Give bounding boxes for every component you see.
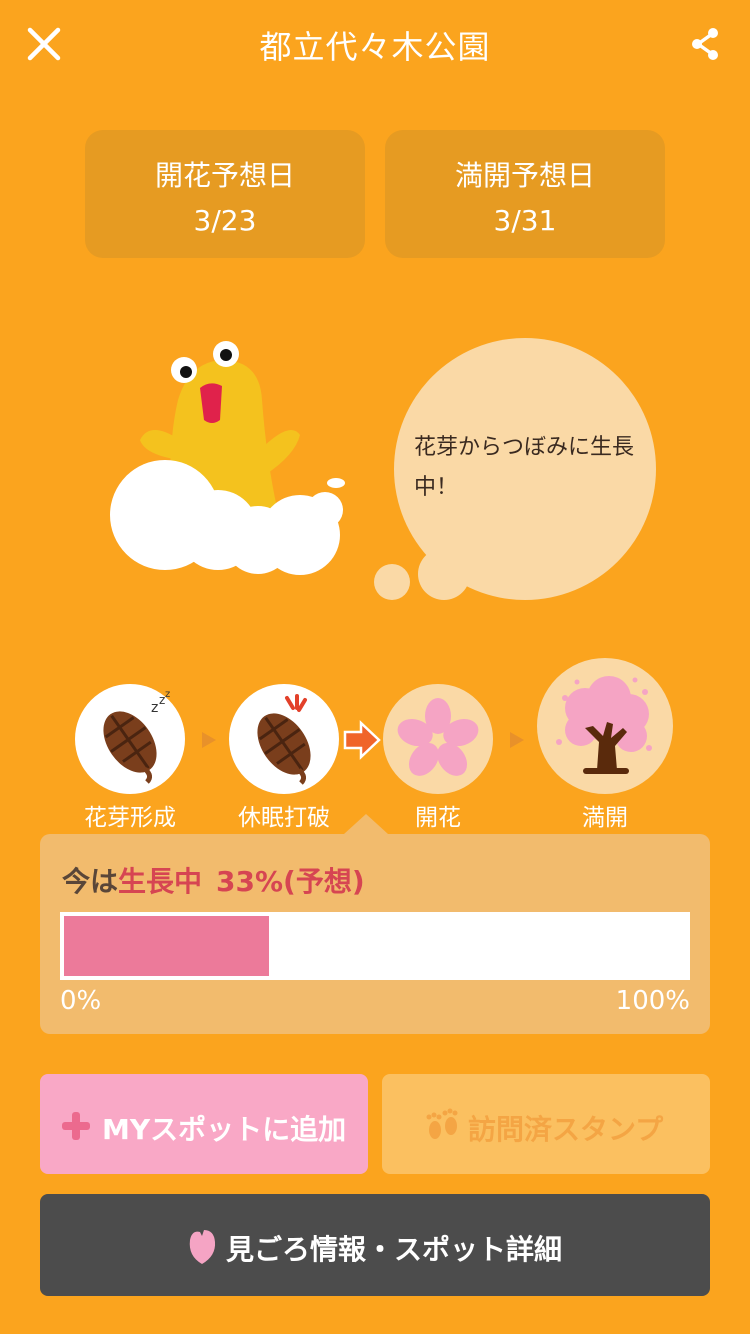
awakening-bud-icon <box>257 694 311 785</box>
thought-dot <box>374 564 410 600</box>
growth-status: 今は生長中 33%(予想) <box>62 860 365 900</box>
bloom-forecast-card: 開花予想日 3/23 <box>85 130 365 258</box>
status-stage: 生長中 <box>118 865 203 898</box>
page-title: 都立代々木公園 <box>259 28 491 66</box>
full-bloom-forecast-card: 満開予想日 3/31 <box>385 130 665 258</box>
sakura-petal-icon <box>189 1230 216 1264</box>
stage-bloom <box>383 684 493 794</box>
mascot-illustration <box>110 341 345 575</box>
bloom-forecast-date: 3/23 <box>193 204 257 237</box>
visited-stamp-label: 訪問済スタンプ <box>468 1113 664 1146</box>
svg-text:z: z <box>165 689 170 700</box>
arrow-right-icon <box>510 732 524 748</box>
add-my-spot-label: MYスポットに追加 <box>102 1113 347 1146</box>
stage-bud-formation: z z z <box>75 684 185 794</box>
full-bloom-forecast-date: 3/31 <box>493 204 557 237</box>
sleeping-bud-icon: z z z <box>103 689 170 784</box>
progress-min-label: 0% <box>60 986 102 1016</box>
plus-icon <box>62 1112 90 1140</box>
current-stage-arrow-icon <box>343 720 381 760</box>
stage-dormancy-break <box>229 684 339 794</box>
progress-bar-fill <box>64 916 269 976</box>
share-icon <box>692 28 718 60</box>
footprints-icon <box>426 1108 458 1139</box>
svg-text:z: z <box>151 700 158 716</box>
speech-bubble-text: 花芽からつぼみに生長中！ <box>414 435 635 500</box>
full-bloom-forecast-label: 満開予想日 <box>454 159 595 192</box>
status-prefix: 今は <box>62 865 119 898</box>
progress-max-label: 100% <box>615 986 690 1016</box>
sakura-flower-icon <box>397 698 479 776</box>
stage-full-bloom <box>537 658 673 794</box>
arrow-right-icon <box>202 732 216 748</box>
share-button[interactable] <box>688 26 724 62</box>
blooming-tree-icon <box>556 676 652 774</box>
stage-label: 満開 <box>582 805 628 831</box>
bloom-forecast-label: 開花予想日 <box>154 159 295 192</box>
status-percent: 33%(予想) <box>216 865 365 898</box>
stage-label: 花芽形成 <box>84 805 176 831</box>
panel-pointer <box>344 814 388 834</box>
spot-details-label: 見ごろ情報・スポット詳細 <box>226 1233 563 1266</box>
stage-label: 休眠打破 <box>238 805 330 831</box>
